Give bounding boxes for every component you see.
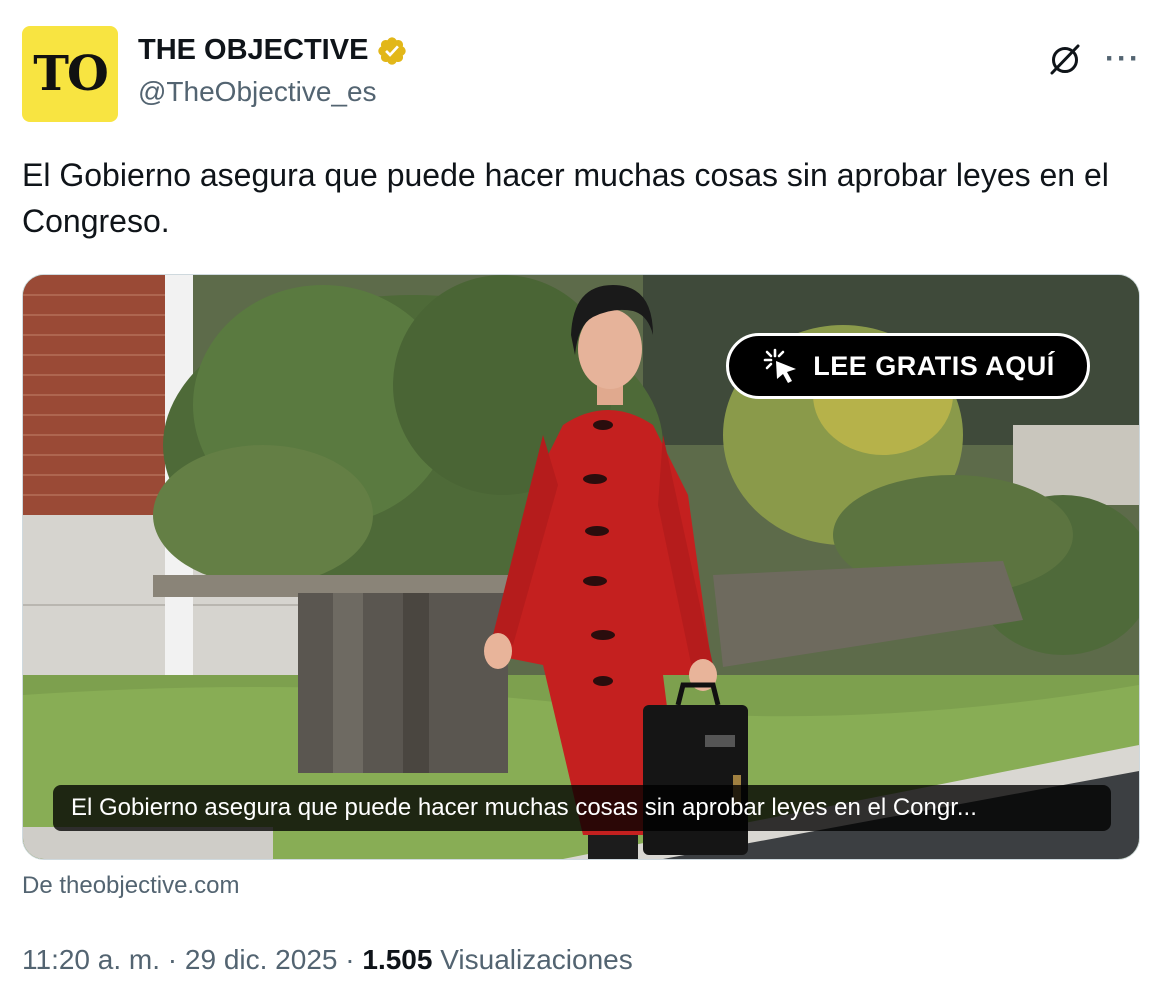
verified-badge-icon[interactable] (376, 35, 408, 67)
read-free-label: LEE GRATIS AQUÍ (813, 350, 1055, 381)
avatar[interactable]: TO (22, 26, 118, 122)
views-count[interactable]: 1.505 (362, 944, 432, 976)
views-label[interactable]: Visualizaciones (432, 944, 633, 976)
name-row: THE OBJECTIVE (138, 34, 408, 67)
meta-separator: · (337, 944, 363, 975)
tweet-meta: 11:20 a. m. · 29 dic. 2025 · 1.505 Visua… (22, 944, 633, 976)
display-name[interactable]: THE OBJECTIVE (138, 34, 368, 67)
tweet-time[interactable]: 11:20 a. m. (22, 944, 160, 976)
grok-icon[interactable] (1046, 40, 1084, 78)
read-free-button[interactable]: LEE GRATIS AQUÍ (726, 333, 1090, 399)
tweet-text: El Gobierno asegura que puede hacer much… (22, 157, 1109, 239)
card-source[interactable]: De theobjective.com (22, 872, 239, 900)
avatar-logo-text: TO (33, 46, 109, 102)
cursor-click-icon (763, 348, 797, 383)
account-handle[interactable]: @TheObjective_es (138, 76, 377, 108)
tweet: TO THE OBJECTIVE @TheObjective_es ··· El… (0, 0, 1158, 1006)
meta-separator: · (160, 944, 185, 975)
more-icon[interactable]: ··· (1105, 42, 1140, 76)
link-card[interactable]: LEE GRATIS AQUÍ El Gobierno asegura que … (22, 274, 1140, 860)
tweet-date[interactable]: 29 dic. 2025 (185, 944, 338, 976)
card-caption: El Gobierno asegura que puede hacer much… (53, 785, 1111, 831)
